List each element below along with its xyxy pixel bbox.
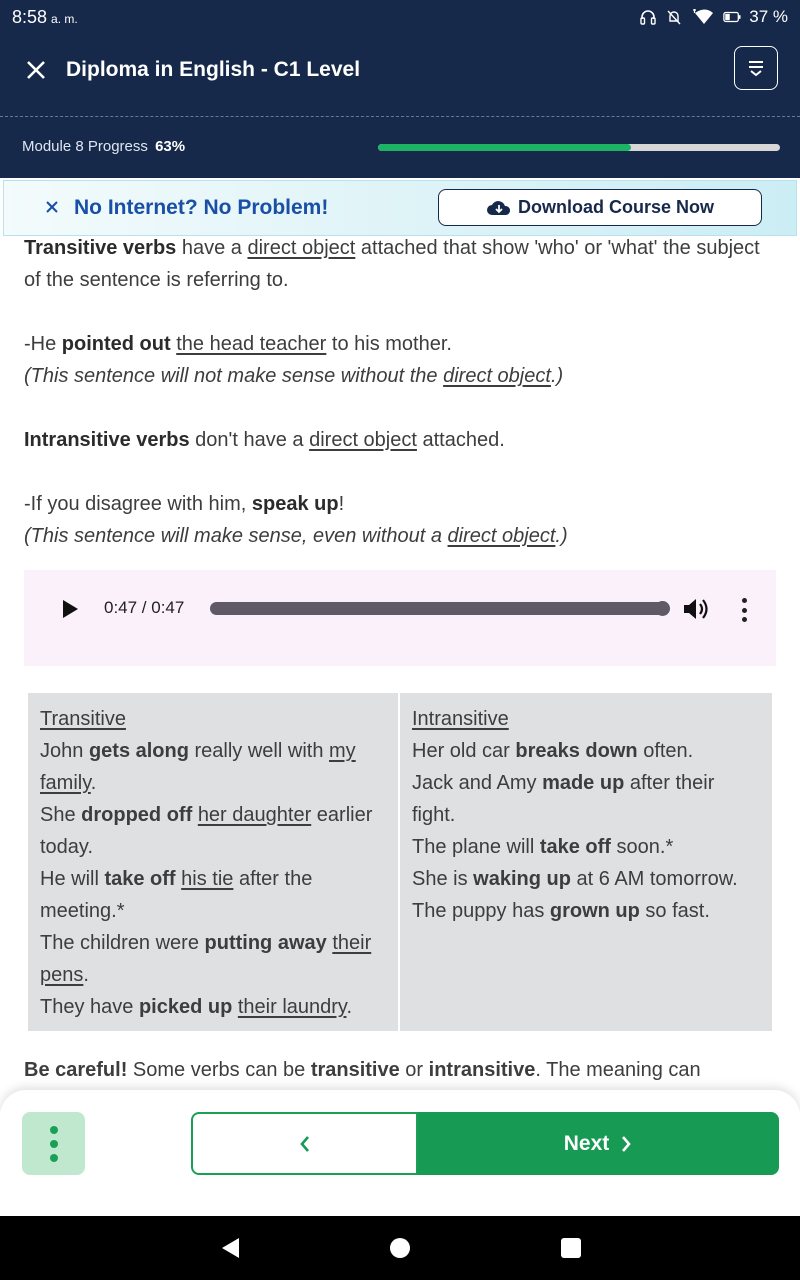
banner-text: No Internet? No Problem!: [74, 196, 329, 219]
options-button[interactable]: [22, 1112, 85, 1175]
column-heading: Transitive: [40, 708, 126, 730]
course-header: Diploma in English - C1 Level Module 8 P…: [0, 34, 800, 178]
offline-banner: No Internet? No Problem! Download Course…: [3, 180, 797, 236]
example-sentence: John gets along really well with my fami…: [40, 740, 356, 794]
play-icon[interactable]: [60, 599, 80, 619]
audio-time: 0:47 / 0:47: [104, 598, 185, 617]
close-icon[interactable]: [22, 56, 50, 84]
course-title: Diploma in English - C1 Level: [66, 58, 361, 81]
audio-player: 0:47 / 0:47: [24, 570, 776, 666]
wifi-icon: [693, 9, 714, 24]
previous-button[interactable]: [191, 1112, 418, 1175]
headset-icon: [640, 10, 656, 25]
notifications-off-icon: [667, 10, 681, 25]
expand-menu-button[interactable]: [734, 46, 778, 90]
example-sentence: She is waking up at 6 AM tomorrow.: [412, 868, 738, 890]
chevron-left-icon: [299, 1135, 309, 1152]
header-divider: [0, 116, 800, 117]
intransitive-example: -If you disagree with him, speak up!: [24, 493, 345, 515]
chevron-right-icon: [622, 1135, 631, 1152]
close-icon[interactable]: [42, 197, 62, 217]
example-sentence: She dropped off her daughter earlier tod…: [40, 804, 373, 858]
example-sentence: Her old car breaks down often.: [412, 740, 694, 762]
expand-menu-icon: [749, 61, 763, 77]
progress-value: 63%: [155, 138, 186, 155]
example-sentence: The children were putting away their pen…: [40, 932, 372, 986]
column-heading: Intransitive: [412, 708, 509, 730]
audio-seek-bar[interactable]: [210, 601, 670, 616]
volume-icon[interactable]: [682, 596, 710, 622]
intransitive-definition: Intransitive verbs don't have a direct o…: [24, 429, 505, 451]
example-sentence: The puppy has grown up so fast.: [412, 900, 710, 922]
verb-examples-table: Transitive John gets along really well wi…: [26, 691, 774, 1033]
more-vertical-icon[interactable]: [734, 596, 754, 624]
example-sentence: He will take off his tie after the meeti…: [40, 868, 313, 922]
example-sentence: Jack and Amy made up after their fight.: [412, 772, 715, 826]
back-nav-icon[interactable]: [219, 1236, 241, 1260]
download-course-button[interactable]: Download Course Now: [438, 189, 762, 226]
home-nav-icon[interactable]: [389, 1236, 411, 1260]
time-ampm: a. m.: [51, 11, 78, 26]
progress-label-text: Module 8 Progress: [22, 138, 148, 155]
careful-note: Be careful! Some verbs can be transitive…: [24, 1059, 701, 1081]
bottom-action-bar: Next: [0, 1090, 800, 1216]
transitive-definition: Transitive verbs have a direct object at…: [24, 237, 760, 291]
status-bar: 8:58 a. m. 37 %: [0, 0, 800, 34]
example-sentence: They have picked up their laundry.: [40, 996, 353, 1018]
example-sentence: The plane will take off soon.*: [412, 836, 674, 858]
download-course-label: Download Course Now: [517, 197, 714, 217]
lesson-content: Transitive verbs have a direct object at…: [24, 232, 776, 552]
module-progress-bar: [378, 144, 780, 151]
cloud-download-icon: [486, 200, 511, 215]
status-time: 8:58 a. m.: [12, 7, 78, 28]
status-icons: 37 %: [639, 7, 788, 27]
recents-nav-icon[interactable]: [560, 1236, 582, 1260]
audio-seek-thumb[interactable]: [655, 601, 670, 616]
next-button[interactable]: Next: [418, 1112, 779, 1175]
module-progress-label: Module 8 Progress 63%: [22, 138, 185, 155]
module-progress-fill: [378, 144, 632, 151]
battery-percent: 37 %: [749, 7, 788, 26]
next-label: Next: [563, 1131, 610, 1155]
system-nav-bar: [0, 1216, 800, 1280]
time-text: 8:58: [12, 6, 48, 27]
battery-icon: [723, 11, 741, 23]
transitive-column: Transitive John gets along really well wi…: [28, 693, 400, 1031]
intransitive-example-note: (This sentence will make sense, even wit…: [24, 525, 568, 547]
transitive-example-note: (This sentence will not make sense witho…: [24, 365, 564, 387]
transitive-example: -He pointed out the head teacher to his …: [24, 333, 452, 355]
intransitive-column: Intransitive Her old car breaks down ofte…: [400, 693, 772, 1031]
